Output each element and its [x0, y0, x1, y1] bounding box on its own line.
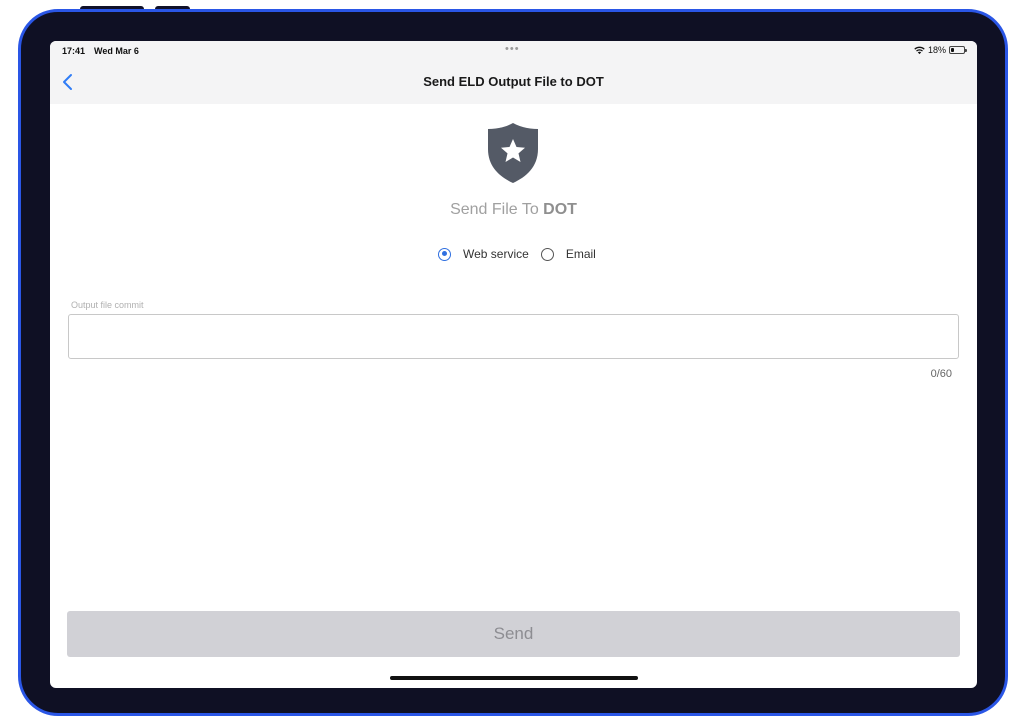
radio-web-service-label[interactable]: Web service — [463, 247, 529, 261]
app-screen: 17:41 Wed Mar 6 ••• 18% Send ELD Output … — [50, 41, 977, 688]
battery-icon — [949, 46, 967, 54]
shield-star-icon — [488, 123, 538, 183]
home-indicator[interactable] — [390, 676, 638, 680]
battery-percent: 18% — [927, 45, 946, 55]
status-date: Wed Mar 6 — [94, 46, 139, 56]
radio-email[interactable] — [540, 247, 554, 261]
heading-prefix: Send File To — [450, 201, 544, 218]
output-file-commit-input[interactable] — [68, 314, 959, 359]
status-bar: 17:41 Wed Mar 6 ••• 18% — [50, 41, 977, 61]
send-button[interactable]: Send — [67, 611, 960, 657]
top-bar: 17:41 Wed Mar 6 ••• 18% Send ELD Output … — [50, 41, 977, 104]
delivery-method-group: Web service Email — [438, 247, 608, 261]
heading-bold: DOT — [543, 201, 577, 218]
character-counter: 0/60 — [930, 368, 952, 380]
status-right: 18% — [914, 45, 967, 55]
radio-web-service[interactable] — [438, 247, 451, 261]
multitasking-dots[interactable]: ••• — [505, 43, 520, 55]
radio-email-label[interactable]: Email — [566, 247, 596, 261]
wifi-icon — [914, 46, 925, 54]
send-file-heading: Send File To DOT — [50, 201, 977, 219]
output-file-commit-label: Output file commit — [71, 300, 144, 310]
page-title: Send ELD Output File to DOT — [423, 74, 604, 89]
status-time: 17:41 — [62, 46, 86, 56]
